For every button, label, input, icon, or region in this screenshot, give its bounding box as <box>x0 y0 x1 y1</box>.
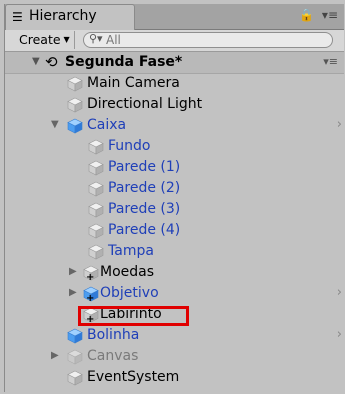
tab-hierarchy[interactable]: ☰ Hierarchy <box>5 4 135 30</box>
gameobject-cube-icon <box>88 223 104 239</box>
toolbar: Create ▼ ⚲▾ <box>5 30 344 52</box>
item-label: Caixa <box>87 117 127 133</box>
create-button[interactable]: Create ▼ <box>15 31 75 49</box>
hierarchy-item-tampa[interactable]: Tampa <box>5 242 344 262</box>
item-label: EventSystem <box>87 369 180 385</box>
item-label: Directional Light <box>87 96 203 112</box>
item-label: Parede (4) <box>108 222 181 238</box>
scene-name: Segunda Fase* <box>65 54 183 70</box>
item-label: Objetivo <box>100 285 159 301</box>
item-label: Canvas <box>87 348 139 364</box>
hierarchy-item-bolinha[interactable]: Bolinha › <box>5 326 344 346</box>
item-label: Parede (2) <box>108 180 181 196</box>
gameobject-cube-icon <box>67 97 83 113</box>
lock-icon[interactable]: 🔒 <box>299 8 314 22</box>
dropdown-caret-icon: ▼ <box>63 35 70 44</box>
hierarchy-item-caixa[interactable]: ▼ Caixa › <box>5 116 344 136</box>
hierarchy-item-fundo[interactable]: Fundo <box>5 137 344 157</box>
tab-label: Hierarchy <box>29 8 97 24</box>
hierarchy-item-parede-3[interactable]: Parede (3) <box>5 200 344 220</box>
hierarchy-item-directional-light[interactable]: Directional Light <box>5 95 344 115</box>
search-input[interactable] <box>106 33 306 47</box>
prefab-cube-icon <box>67 328 83 344</box>
red-highlight-box <box>78 306 189 326</box>
gameobject-cube-icon <box>67 76 83 92</box>
gameobject-cube-icon <box>67 349 83 365</box>
expand-arrow-icon[interactable]: ▼ <box>51 119 59 130</box>
collapse-arrow-icon[interactable]: ▶ <box>51 350 59 361</box>
gameobject-cube-icon <box>88 139 104 155</box>
chevron-right-icon[interactable]: › <box>337 327 342 342</box>
hierarchy-window: ☰ Hierarchy 🔒▾≡ Create▼ ⚲▾ ▼ ⟲ Segunda F… <box>4 4 344 392</box>
tab-menu-icon[interactable]: ▾≡ <box>322 8 338 22</box>
gameobject-cube-icon <box>88 244 104 260</box>
scene-header[interactable]: ▼ ⟲ Segunda Fase* ▾≡ <box>5 52 344 74</box>
expand-arrow-icon[interactable]: ▼ <box>32 56 40 67</box>
search-field[interactable]: ⚲▾ <box>83 32 333 48</box>
gameobject-cube-icon <box>88 181 104 197</box>
hierarchy-item-parede-1[interactable]: Parede (1) <box>5 158 344 178</box>
item-label: Parede (1) <box>108 159 181 175</box>
prefab-cube-icon: + <box>83 286 99 302</box>
svg-text:+: + <box>86 293 94 302</box>
gameobject-cube-icon <box>88 160 104 176</box>
tab-tools: 🔒 ▾≡ <box>291 8 338 22</box>
item-label: Parede (3) <box>108 201 181 217</box>
prefab-cube-icon <box>67 118 83 134</box>
unity-scene-icon: ⟲ <box>45 53 58 71</box>
item-label: Moedas <box>100 264 155 280</box>
gameobject-cube-icon: + <box>83 265 99 281</box>
scene-menu-icon[interactable]: ▾≡ <box>323 55 338 68</box>
tab-bar: ☰ Hierarchy 🔒 ▾≡ <box>5 4 344 30</box>
hierarchy-item-parede-4[interactable]: Parede (4) <box>5 221 344 241</box>
item-label: Fundo <box>108 138 151 154</box>
search-icon[interactable]: ⚲▾ <box>89 32 103 45</box>
chevron-right-icon[interactable]: › <box>337 285 342 300</box>
svg-text:+: + <box>86 272 94 281</box>
item-label: Main Camera <box>87 75 180 91</box>
hierarchy-list-icon: ☰ <box>12 10 23 24</box>
collapse-arrow-icon[interactable]: ▶ <box>69 266 77 277</box>
gameobject-cube-icon <box>67 370 83 386</box>
hierarchy-item-eventsystem[interactable]: EventSystem <box>5 368 344 388</box>
item-label: Bolinha <box>87 327 140 343</box>
hierarchy-item-canvas[interactable]: ▶ Canvas <box>5 347 344 367</box>
hierarchy-item-main-camera[interactable]: Main Camera <box>5 74 344 94</box>
hierarchy-item-moedas[interactable]: ▶ + Moedas <box>5 263 344 283</box>
gameobject-cube-icon <box>88 202 104 218</box>
chevron-right-icon[interactable]: › <box>337 117 342 132</box>
hierarchy-item-parede-2[interactable]: Parede (2) <box>5 179 344 199</box>
collapse-arrow-icon[interactable]: ▶ <box>69 287 77 298</box>
create-label: Create <box>19 32 61 47</box>
item-label: Tampa <box>108 243 154 259</box>
hierarchy-item-objetivo[interactable]: ▶ + Objetivo › <box>5 284 344 304</box>
